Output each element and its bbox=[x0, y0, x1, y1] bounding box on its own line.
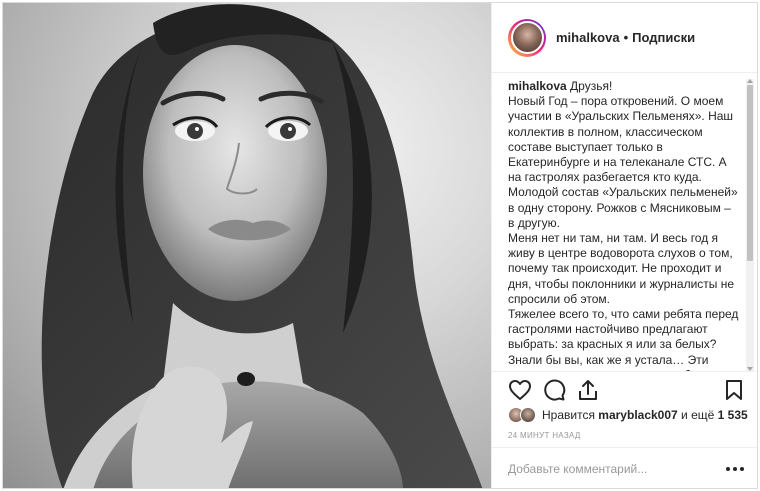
likes-row: Нравится maryblack007 и ещё 1 535 bbox=[508, 405, 748, 425]
portrait-illustration bbox=[41, 4, 483, 488]
caption: mihalkova Друзья! Новый Год – пора откро… bbox=[508, 79, 740, 371]
likes-prefix: Нравится bbox=[542, 408, 595, 422]
post-timestamp[interactable]: 24 минут назад bbox=[508, 431, 581, 440]
header-text: mihalkova • Подписки bbox=[556, 30, 695, 45]
likes-text: Нравится maryblack007 и ещё 1 535 bbox=[542, 408, 748, 422]
liker-username-link[interactable]: maryblack007 bbox=[598, 408, 677, 422]
likes-count-link[interactable]: 1 535 bbox=[718, 408, 748, 422]
caption-paragraph: Новый Год – пора откровений. О моем учас… bbox=[508, 94, 738, 230]
follow-button[interactable]: Подписки bbox=[632, 30, 695, 45]
post-photo[interactable] bbox=[3, 3, 491, 488]
liker-avatar[interactable] bbox=[520, 407, 536, 423]
post-header: mihalkova • Подписки bbox=[492, 3, 757, 73]
post-window: mihalkova • Подписки mihalkova Друзья! Н… bbox=[2, 2, 758, 489]
share-icon[interactable] bbox=[576, 378, 600, 402]
comment-input[interactable] bbox=[508, 462, 718, 476]
separator-dot: • bbox=[623, 30, 629, 45]
username-link[interactable]: mihalkova bbox=[556, 30, 620, 45]
avatar[interactable] bbox=[508, 18, 546, 57]
caption-paragraph: Тяжелее всего то, что сами ребята перед … bbox=[508, 307, 739, 371]
action-bar bbox=[492, 371, 757, 407]
comment-bar bbox=[492, 447, 757, 488]
scrollbar-thumb[interactable] bbox=[747, 85, 753, 261]
caption-author-link[interactable]: mihalkova bbox=[508, 79, 567, 93]
bookmark-icon[interactable] bbox=[722, 378, 746, 402]
post-sidebar: mihalkova • Подписки mihalkova Друзья! Н… bbox=[491, 3, 757, 488]
caption-scrollbar[interactable] bbox=[746, 79, 754, 371]
comment-icon[interactable] bbox=[542, 378, 566, 402]
heart-icon[interactable] bbox=[508, 378, 532, 402]
caption-paragraph: Меня нет ни там, ни там. И весь год я жи… bbox=[508, 231, 735, 306]
more-dots-icon[interactable] bbox=[726, 466, 744, 472]
avatar-image bbox=[510, 21, 544, 54]
scroll-up-arrow[interactable] bbox=[747, 79, 753, 83]
likes-middle: и ещё bbox=[681, 408, 715, 422]
caption-paragraph: Друзья! bbox=[570, 79, 613, 93]
